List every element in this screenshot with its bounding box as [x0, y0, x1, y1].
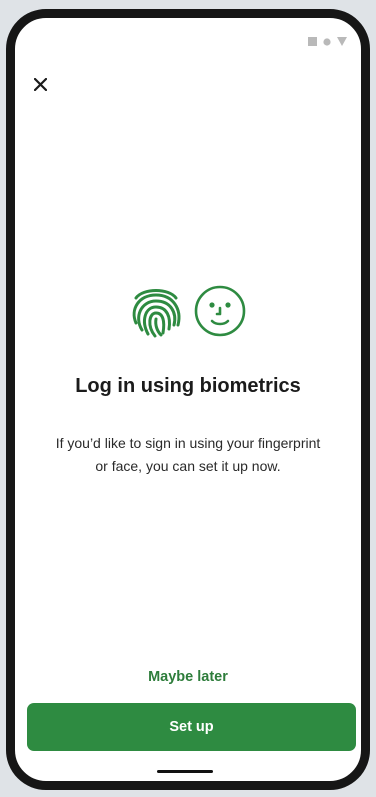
biometric-illustration — [15, 283, 361, 344]
signal-icon — [308, 33, 317, 51]
maybe-later-button[interactable]: Maybe later — [15, 669, 361, 685]
battery-icon — [337, 33, 347, 51]
description-line-1: If you’d like to sign in using your fing… — [55, 435, 321, 451]
phone-frame: Log in using biometrics If you’d like to… — [6, 9, 370, 790]
status-bar — [308, 33, 347, 51]
description: If you’d like to sign in using your fing… — [25, 432, 351, 478]
close-icon — [33, 77, 47, 96]
home-indicator[interactable] — [157, 770, 213, 773]
fingerprint-icon — [129, 283, 183, 344]
close-button[interactable] — [28, 75, 52, 99]
setup-button-label: Set up — [169, 719, 214, 735]
setup-button[interactable]: Set up — [27, 703, 356, 751]
face-icon — [193, 283, 247, 344]
description-line-2: or face, you can set it up now. — [95, 458, 281, 474]
page-title: Log in using biometrics — [75, 375, 301, 397]
wifi-icon — [323, 33, 331, 51]
